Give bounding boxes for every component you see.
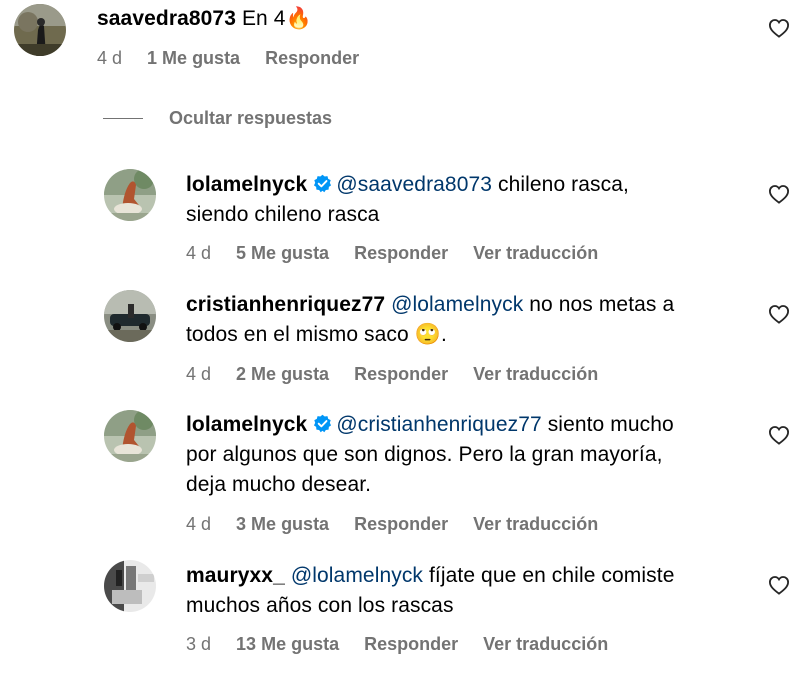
avatar[interactable]	[104, 410, 156, 462]
likes-count[interactable]: 1 Me gusta	[147, 48, 240, 68]
mention-link[interactable]: @cristianhenriquez77	[336, 413, 541, 436]
divider-line	[103, 117, 143, 119]
heart-icon[interactable]	[768, 184, 790, 204]
mention-link[interactable]: @lolamelnyck	[391, 293, 523, 316]
reply-body-line2: por algunos que son dignos. Pero la gran…	[186, 443, 663, 466]
avatar[interactable]	[104, 560, 156, 612]
fire-emoji: 🔥	[285, 7, 312, 30]
translate-button[interactable]: Ver traducción	[473, 364, 598, 384]
reply-text: lolamelnyck @saavedra8073 chileno rasca, …	[186, 170, 629, 230]
likes-count[interactable]: 3 Me gusta	[236, 514, 329, 534]
reply-button[interactable]: Responder	[265, 48, 359, 68]
reply-meta: 4 d 2 Me gusta Responder Ver traducción	[186, 364, 618, 385]
reply-body-line1: no nos metas a	[523, 293, 675, 316]
reply-text: lolamelnyck @cristianhenriquez77 siento m…	[186, 410, 674, 500]
mention-link[interactable]: @lolamelnyck	[291, 564, 423, 587]
reply-body-line2: todos en el mismo saco 🙄.	[186, 323, 447, 346]
reply-username[interactable]: cristianhenriquez77	[186, 293, 385, 316]
reply-username[interactable]: lolamelnyck	[186, 413, 307, 436]
comment-text: saavedra8073 En 4🔥	[97, 4, 312, 34]
avatar[interactable]	[14, 4, 66, 56]
mention-link[interactable]: @saavedra8073	[336, 173, 492, 196]
reply-body-line2: siendo chileno rasca	[186, 203, 380, 226]
reply-body-line1: fíjate que en chile comiste	[423, 564, 675, 587]
comment-time: 4 d	[97, 48, 123, 68]
heart-icon[interactable]	[768, 18, 790, 38]
reply-button[interactable]: Responder	[354, 364, 448, 384]
reply-meta: 4 d 3 Me gusta Responder Ver traducción	[186, 514, 618, 535]
reply-time: 4 d	[186, 364, 212, 384]
reply-username[interactable]: lolamelnyck	[186, 173, 307, 196]
comment-body: En 4🔥	[241, 7, 312, 30]
verified-badge-icon	[314, 174, 332, 193]
reply-body-line1: chileno rasca,	[492, 173, 629, 196]
heart-icon[interactable]	[768, 304, 790, 324]
comment-username[interactable]: saavedra8073	[97, 7, 236, 30]
likes-count[interactable]: 5 Me gusta	[236, 243, 329, 263]
hide-replies-label: Ocultar respuestas	[169, 107, 333, 128]
reply-body-line3: deja mucho desear.	[186, 473, 372, 496]
translate-button[interactable]: Ver traducción	[473, 514, 598, 534]
verified-badge-icon	[314, 414, 332, 433]
reply-button[interactable]: Responder	[354, 243, 448, 263]
heart-icon[interactable]	[768, 575, 790, 595]
avatar[interactable]	[104, 290, 156, 342]
reply-text: cristianhenriquez77 @lolamelnyck no nos …	[186, 290, 674, 350]
translate-button[interactable]: Ver traducción	[473, 243, 598, 263]
hide-replies-button[interactable]: Ocultar respuestas	[103, 107, 332, 129]
avatar[interactable]	[104, 169, 156, 221]
eye-roll-emoji: 🙄	[414, 323, 441, 346]
reply-time: 3 d	[186, 634, 212, 654]
reply-body-line1: siento mucho	[541, 413, 674, 436]
reply-time: 4 d	[186, 243, 212, 263]
likes-count[interactable]: 13 Me gusta	[236, 634, 339, 654]
reply-meta: 4 d 5 Me gusta Responder Ver traducción	[186, 243, 618, 264]
comment-meta: 4 d 1 Me gusta Responder	[97, 48, 379, 69]
reply-meta: 3 d 13 Me gusta Responder Ver traducción	[186, 634, 628, 655]
reply-button[interactable]: Responder	[364, 634, 458, 654]
reply-text: mauryxx_ @lolamelnyck fíjate que en chil…	[186, 561, 674, 621]
heart-icon[interactable]	[768, 425, 790, 445]
likes-count[interactable]: 2 Me gusta	[236, 364, 329, 384]
reply-button[interactable]: Responder	[354, 514, 448, 534]
translate-button[interactable]: Ver traducción	[483, 634, 608, 654]
reply-username[interactable]: mauryxx_	[186, 564, 285, 587]
reply-time: 4 d	[186, 514, 212, 534]
reply-body-line2: muchos años con los rascas	[186, 594, 454, 617]
